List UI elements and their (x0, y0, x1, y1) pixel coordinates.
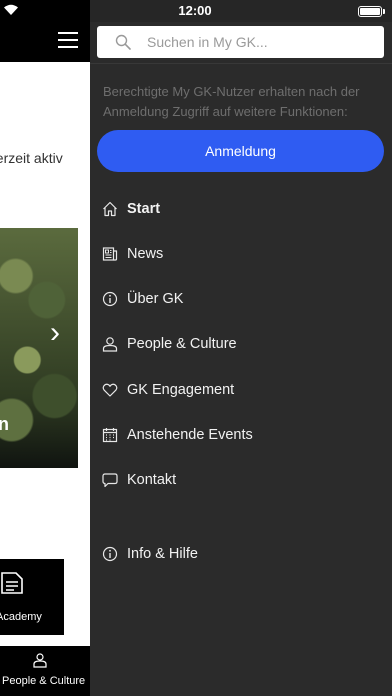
chat-icon (102, 473, 118, 488)
background-card-title: n (0, 414, 9, 434)
login-info-text: Berechtigte My GK-Nutzer erhalten nach d… (103, 84, 360, 119)
info-icon (102, 546, 118, 562)
navigation-drawer: Berechtigte My GK-Nutzer erhalten nach d… (90, 22, 392, 696)
menu-item-label: Anstehende Events (127, 427, 253, 443)
status-bar: 12:00 (90, 0, 392, 22)
menu-item-kontakt[interactable]: Kontakt (102, 466, 382, 494)
menu-item-gk-engagement[interactable]: GK Engagement (102, 376, 382, 404)
person-icon (102, 337, 118, 352)
menu-item-label: Über GK (127, 291, 184, 307)
menu-item-info-hilfe[interactable]: Info & Hilfe (102, 540, 382, 568)
divider (90, 63, 392, 64)
home-icon (103, 201, 117, 217)
calendar-icon (102, 428, 118, 443)
menu-item-label: GK Engagement (127, 382, 235, 398)
menu-item-label: News (127, 246, 164, 262)
menu-item-start[interactable]: Start (102, 195, 382, 223)
menu-item-label: Info & Hilfe (127, 546, 198, 562)
person-icon (33, 653, 47, 668)
menu-item-label: Kontakt (127, 472, 177, 488)
background-tab-bar: People & Culture (0, 646, 90, 696)
hamburger-menu-icon[interactable] (58, 32, 78, 48)
menu-item-label: People & Culture (127, 336, 237, 352)
search-input[interactable] (147, 26, 372, 58)
news-icon (102, 247, 118, 261)
status-time: 12:00 (178, 3, 212, 18)
chevron-right-icon[interactable]: › (50, 318, 60, 348)
battery-icon (358, 6, 382, 17)
background-tile-label: Academy (0, 611, 42, 623)
heart-icon (102, 383, 118, 397)
background-tile-academy[interactable]: Academy (0, 559, 64, 635)
battery-tip (383, 9, 385, 14)
tab-people-culture[interactable]: People & Culture (2, 675, 85, 687)
login-button[interactable]: Anmeldung (97, 130, 384, 172)
menu-item-news[interactable]: News (102, 240, 382, 268)
search-box[interactable] (97, 26, 384, 58)
background-app: derzeit aktiv › n Academy People & Cultu… (0, 0, 90, 696)
info-icon (102, 291, 118, 307)
background-image-card[interactable]: › n (0, 228, 78, 468)
menu-item-ueber-gk[interactable]: Über GK (102, 285, 382, 313)
status-bar-left (0, 0, 90, 22)
background-text: derzeit aktiv (0, 150, 63, 166)
menu-item-label: Start (127, 201, 161, 217)
wifi-icon (4, 4, 18, 15)
document-icon (1, 572, 23, 594)
menu-item-people-culture[interactable]: People & Culture (102, 330, 382, 358)
search-icon (115, 34, 131, 50)
menu-item-anstehende-events[interactable]: Anstehende Events (102, 421, 382, 449)
